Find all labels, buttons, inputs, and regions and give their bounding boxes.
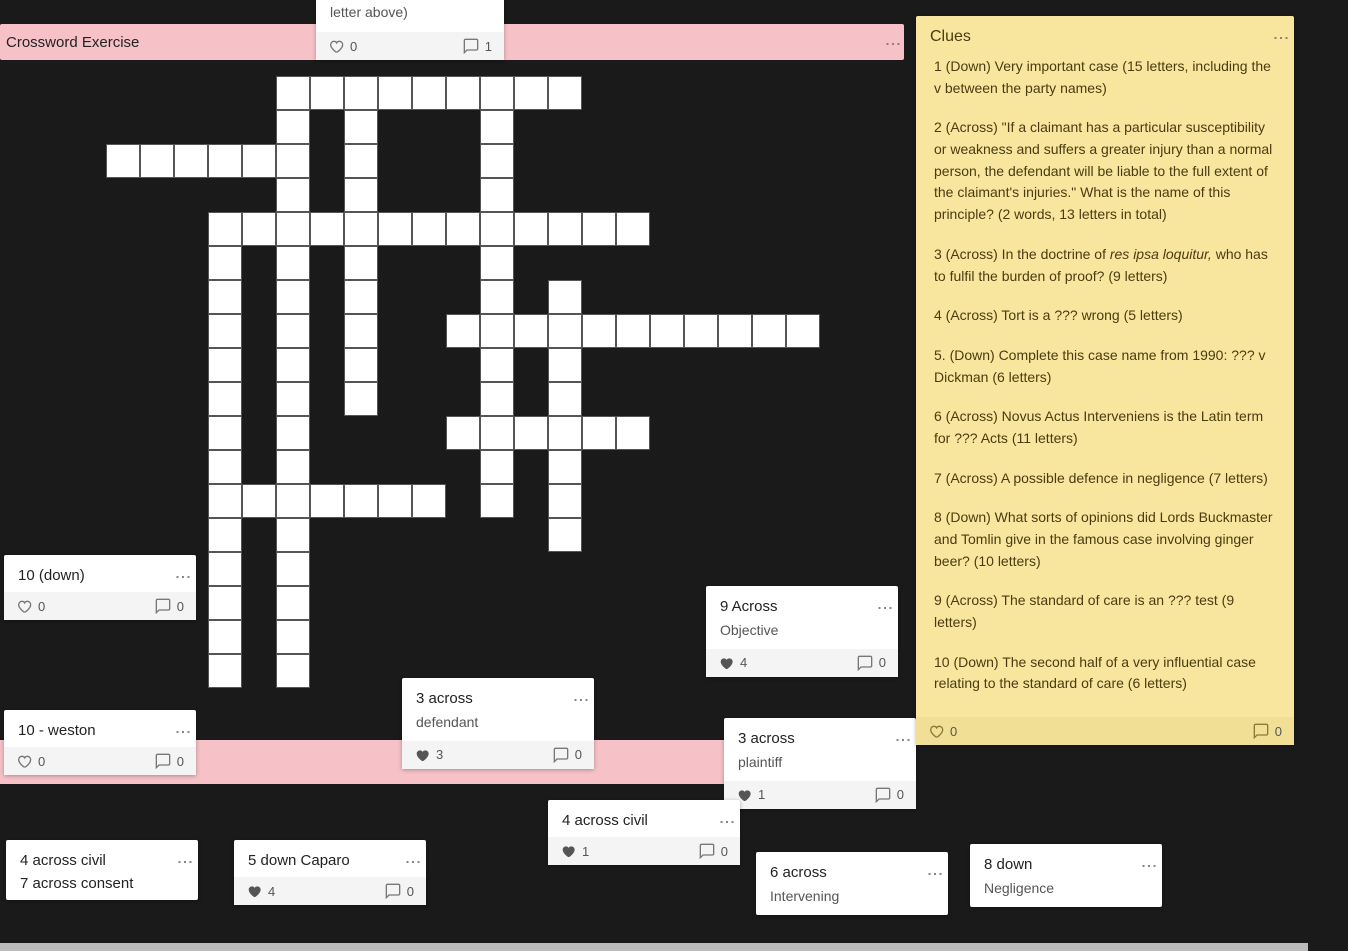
like-count: 0 [38, 599, 45, 614]
menu-icon[interactable]: ⋮ [402, 852, 416, 869]
card-title: 4 across civil [562, 812, 716, 829]
card-title: 6 across [770, 864, 924, 881]
menu-icon[interactable]: ⋮ [172, 567, 186, 584]
clue-item: 3 (Across) In the doctrine of res ipsa l… [934, 244, 1276, 287]
menu-icon[interactable]: ⋮ [174, 852, 188, 869]
menu-icon[interactable]: ⋮ [1138, 856, 1152, 873]
comment-count: 0 [721, 844, 728, 859]
heart-icon[interactable] [16, 598, 32, 614]
comment-count: 0 [177, 754, 184, 769]
menu-icon[interactable]: ⋮ [172, 722, 186, 739]
card-line2: 7 across consent [20, 875, 174, 892]
heart-icon[interactable] [718, 655, 734, 671]
card-8-down[interactable]: 8 down Negligence ⋮ [970, 844, 1162, 907]
card-line1: 4 across civil [20, 852, 174, 869]
card-body: Objective [720, 621, 874, 641]
like-count: 4 [268, 884, 275, 899]
clue-item: 6 (Across) Novus Actus Interveniens is t… [934, 406, 1276, 449]
card-9-across[interactable]: 9 Across Objective ⋮ 4 0 [706, 586, 898, 677]
clue-item: 8 (Down) What sorts of opinions did Lord… [934, 507, 1276, 572]
card-4-7-combo[interactable]: 4 across civil 7 across consent ⋮ [6, 840, 198, 900]
clue-item: 4 (Across) Tort is a ??? wrong (5 letter… [934, 305, 1276, 327]
card-10-down[interactable]: 10 (down) ⋮ 0 0 [4, 555, 196, 620]
heart-icon[interactable] [928, 723, 944, 739]
card-title: 8 down [984, 856, 1138, 873]
like-count: 3 [436, 747, 443, 762]
menu-icon[interactable]: ⋮ [1270, 28, 1284, 45]
comment-icon[interactable] [553, 747, 569, 763]
clues-panel[interactable]: Clues ⋮ 1 (Down) Very important case (15… [916, 16, 1294, 745]
like-count: 1 [582, 844, 589, 859]
comment-icon[interactable] [385, 883, 401, 899]
menu-icon[interactable]: ⋮ [874, 598, 888, 615]
card-3-across-defendant[interactable]: 3 across defendant ⋮ 3 0 [402, 678, 594, 769]
comment-count: 0 [407, 884, 414, 899]
heart-icon[interactable] [328, 38, 344, 54]
clue-item: 5. (Down) Complete this case name from 1… [934, 345, 1276, 388]
heart-icon[interactable] [246, 883, 262, 899]
menu-icon[interactable]: ⋮ [892, 730, 906, 747]
card-title: 9 Across [720, 598, 874, 615]
clue-item: 10 (Down) The second half of a very infl… [934, 652, 1276, 695]
comment-count: 1 [485, 39, 492, 54]
comment-icon[interactable] [857, 655, 873, 671]
card-3-across-plaintiff[interactable]: 3 across plaintiff ⋮ 1 0 [724, 718, 916, 809]
partial-text: letter above) [330, 4, 408, 20]
card-6-across[interactable]: 6 across Intervening ⋮ [756, 852, 948, 915]
card-body: plaintiff [738, 753, 892, 773]
comment-count: 0 [897, 787, 904, 802]
card-title: 5 down Caparo [248, 852, 402, 869]
heart-icon[interactable] [414, 747, 430, 763]
card-title: 3 across [416, 690, 570, 707]
clues-title: Clues [930, 28, 1270, 46]
card-title: 10 (down) [18, 567, 172, 584]
like-count: 0 [38, 754, 45, 769]
page-title: Crossword Exercise [6, 34, 139, 51]
card-body: Intervening [770, 887, 924, 907]
comment-count: 0 [177, 599, 184, 614]
comment-count: 0 [879, 655, 886, 670]
card-4-across-civil[interactable]: 4 across civil ⋮ 1 0 [548, 800, 740, 865]
heart-icon[interactable] [16, 753, 32, 769]
comment-count: 0 [575, 747, 582, 762]
heart-icon[interactable] [560, 843, 576, 859]
scrollbar-horizontal[interactable] [0, 943, 1308, 951]
menu-icon[interactable]: ⋮ [716, 812, 730, 829]
comment-icon[interactable] [463, 38, 479, 54]
clues-body: 1 (Down) Very important case (15 letters… [916, 46, 1294, 717]
comment-icon[interactable] [155, 598, 171, 614]
card-title: 10 - weston [18, 722, 172, 739]
comment-count: 0 [1275, 724, 1282, 739]
comment-icon[interactable] [1253, 723, 1269, 739]
card-5-caparo[interactable]: 5 down Caparo ⋮ 4 0 [234, 840, 426, 905]
clue-item: 9 (Across) The standard of care is an ??… [934, 590, 1276, 633]
card-10-weston[interactable]: 10 - weston ⋮ 0 0 [4, 710, 196, 775]
menu-icon[interactable]: ⋮ [882, 34, 904, 51]
comment-icon[interactable] [875, 787, 891, 803]
card-body: Negligence [984, 879, 1138, 899]
clue-item: 7 (Across) A possible defence in neglige… [934, 468, 1276, 490]
like-count: 0 [350, 39, 357, 54]
menu-icon[interactable]: ⋮ [570, 690, 584, 707]
card-title: 3 across [738, 730, 892, 747]
comment-icon[interactable] [699, 843, 715, 859]
card-partial-top[interactable]: letter above) 0 1 [316, 0, 504, 60]
card-body: defendant [416, 713, 570, 733]
clue-item: 1 (Down) Very important case (15 letters… [934, 56, 1276, 99]
like-count: 0 [950, 724, 957, 739]
menu-icon[interactable]: ⋮ [924, 864, 938, 881]
like-count: 1 [758, 787, 765, 802]
clue-item: 2 (Across) "If a claimant has a particul… [934, 117, 1276, 225]
comment-icon[interactable] [155, 753, 171, 769]
like-count: 4 [740, 655, 747, 670]
